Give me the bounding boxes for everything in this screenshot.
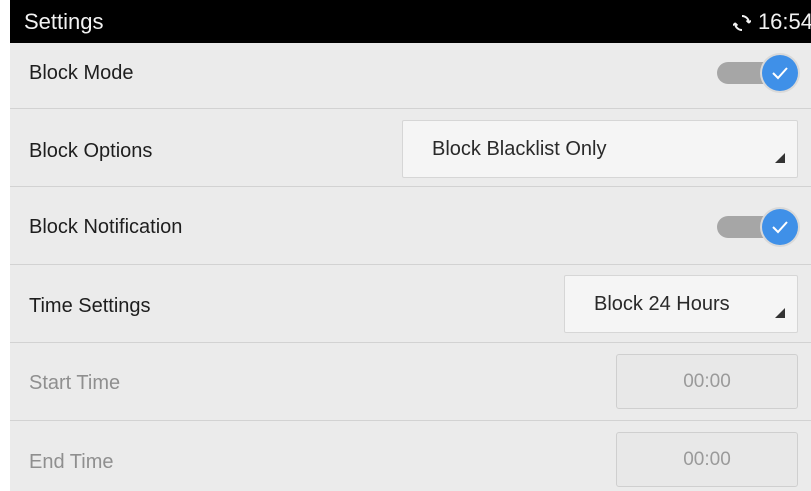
end-time-field[interactable]: 00:00 — [616, 432, 798, 487]
end-time-row: End Time 00:00 — [10, 422, 811, 491]
toggle-knob — [762, 55, 798, 91]
start-time-label: Start Time — [29, 372, 121, 394]
end-time-label: End Time — [29, 451, 114, 473]
start-time-field[interactable]: 00:00 — [616, 354, 798, 409]
toggle-knob — [762, 209, 798, 245]
sync-icon — [732, 14, 752, 32]
block-mode-label: Block Mode — [29, 62, 134, 84]
dropdown-arrow-icon — [775, 308, 785, 318]
time-settings-row: Time Settings Block 24 Hours — [10, 266, 811, 343]
time-settings-label: Time Settings — [29, 295, 151, 317]
start-time-row: Start Time 00:00 — [10, 344, 811, 421]
block-options-value: Block Blacklist Only — [432, 137, 607, 160]
block-notification-row[interactable]: Block Notification — [10, 188, 811, 265]
time-settings-value: Block 24 Hours — [594, 292, 730, 315]
check-icon — [772, 221, 788, 234]
status-clock: 16:54 — [757, 9, 811, 34]
block-options-label: Block Options — [29, 140, 153, 162]
block-options-row: Block Options Block Blacklist Only — [10, 110, 811, 187]
block-notification-toggle[interactable] — [717, 209, 798, 245]
page-title: Settings — [24, 9, 104, 34]
block-mode-toggle[interactable] — [717, 55, 798, 91]
status-bar: Settings 16:54 — [10, 0, 811, 43]
block-mode-row[interactable]: Block Mode — [10, 43, 811, 109]
settings-screen: Settings 16:54 Block Mode Block Options — [10, 0, 811, 491]
dropdown-arrow-icon — [775, 153, 785, 163]
block-notification-label: Block Notification — [29, 216, 183, 238]
check-icon — [772, 67, 788, 80]
time-settings-dropdown[interactable]: Block 24 Hours — [564, 275, 798, 333]
block-options-dropdown[interactable]: Block Blacklist Only — [402, 120, 798, 178]
